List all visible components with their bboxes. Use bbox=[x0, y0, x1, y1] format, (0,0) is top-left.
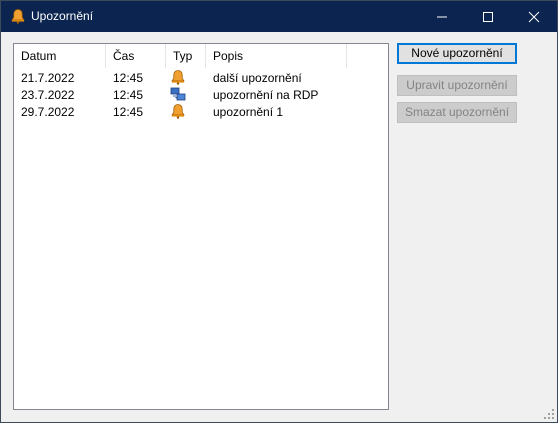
close-icon bbox=[528, 11, 540, 23]
item-description: upozornění 1 bbox=[213, 105, 284, 119]
new-alert-button[interactable]: Nové upozornění bbox=[397, 43, 517, 64]
item-date: 29.7.2022 bbox=[21, 105, 75, 119]
item-date: 23.7.2022 bbox=[21, 88, 75, 102]
window-title: Upozornění bbox=[31, 9, 94, 23]
list-rows: 21.7.2022 12:45 další upozornění 23.7.20… bbox=[14, 69, 388, 120]
delete-alert-button[interactable]: Smazat upozornění bbox=[397, 102, 517, 123]
minimize-icon bbox=[437, 16, 447, 18]
list-item[interactable]: 23.7.2022 12:45 upozornění na RDP bbox=[14, 86, 388, 103]
alerts-window: Upozornění Datum Čas Typ Popis 21.7.2022… bbox=[0, 0, 558, 423]
item-time: 12:45 bbox=[113, 105, 144, 119]
list-item[interactable]: 21.7.2022 12:45 další upozornění bbox=[14, 69, 388, 86]
maximize-button[interactable] bbox=[465, 1, 511, 32]
resize-grip-icon[interactable] bbox=[543, 408, 555, 420]
item-time: 12:45 bbox=[113, 71, 144, 85]
title-bar[interactable]: Upozornění bbox=[1, 1, 557, 32]
edit-alert-button[interactable]: Upravit upozornění bbox=[397, 75, 517, 96]
rdp-icon bbox=[170, 87, 186, 101]
column-header-time[interactable]: Čas bbox=[106, 44, 166, 68]
column-header-type[interactable]: Typ bbox=[166, 44, 206, 68]
close-button[interactable] bbox=[511, 1, 557, 32]
column-header-description[interactable]: Popis bbox=[206, 44, 347, 68]
list-header: Datum Čas Typ Popis bbox=[14, 44, 388, 68]
item-date: 21.7.2022 bbox=[21, 71, 75, 85]
bell-icon bbox=[171, 104, 185, 119]
item-description: upozornění na RDP bbox=[213, 88, 319, 102]
minimize-button[interactable] bbox=[419, 1, 465, 32]
item-description: další upozornění bbox=[213, 71, 302, 85]
item-time: 12:45 bbox=[113, 88, 144, 102]
bell-icon bbox=[171, 70, 185, 85]
column-header-date[interactable]: Datum bbox=[14, 44, 106, 68]
maximize-icon bbox=[483, 12, 493, 22]
list-item[interactable]: 29.7.2022 12:45 upozornění 1 bbox=[14, 103, 388, 120]
bell-icon bbox=[11, 9, 25, 24]
alerts-list[interactable]: Datum Čas Typ Popis 21.7.2022 12:45 dalš… bbox=[13, 43, 389, 410]
